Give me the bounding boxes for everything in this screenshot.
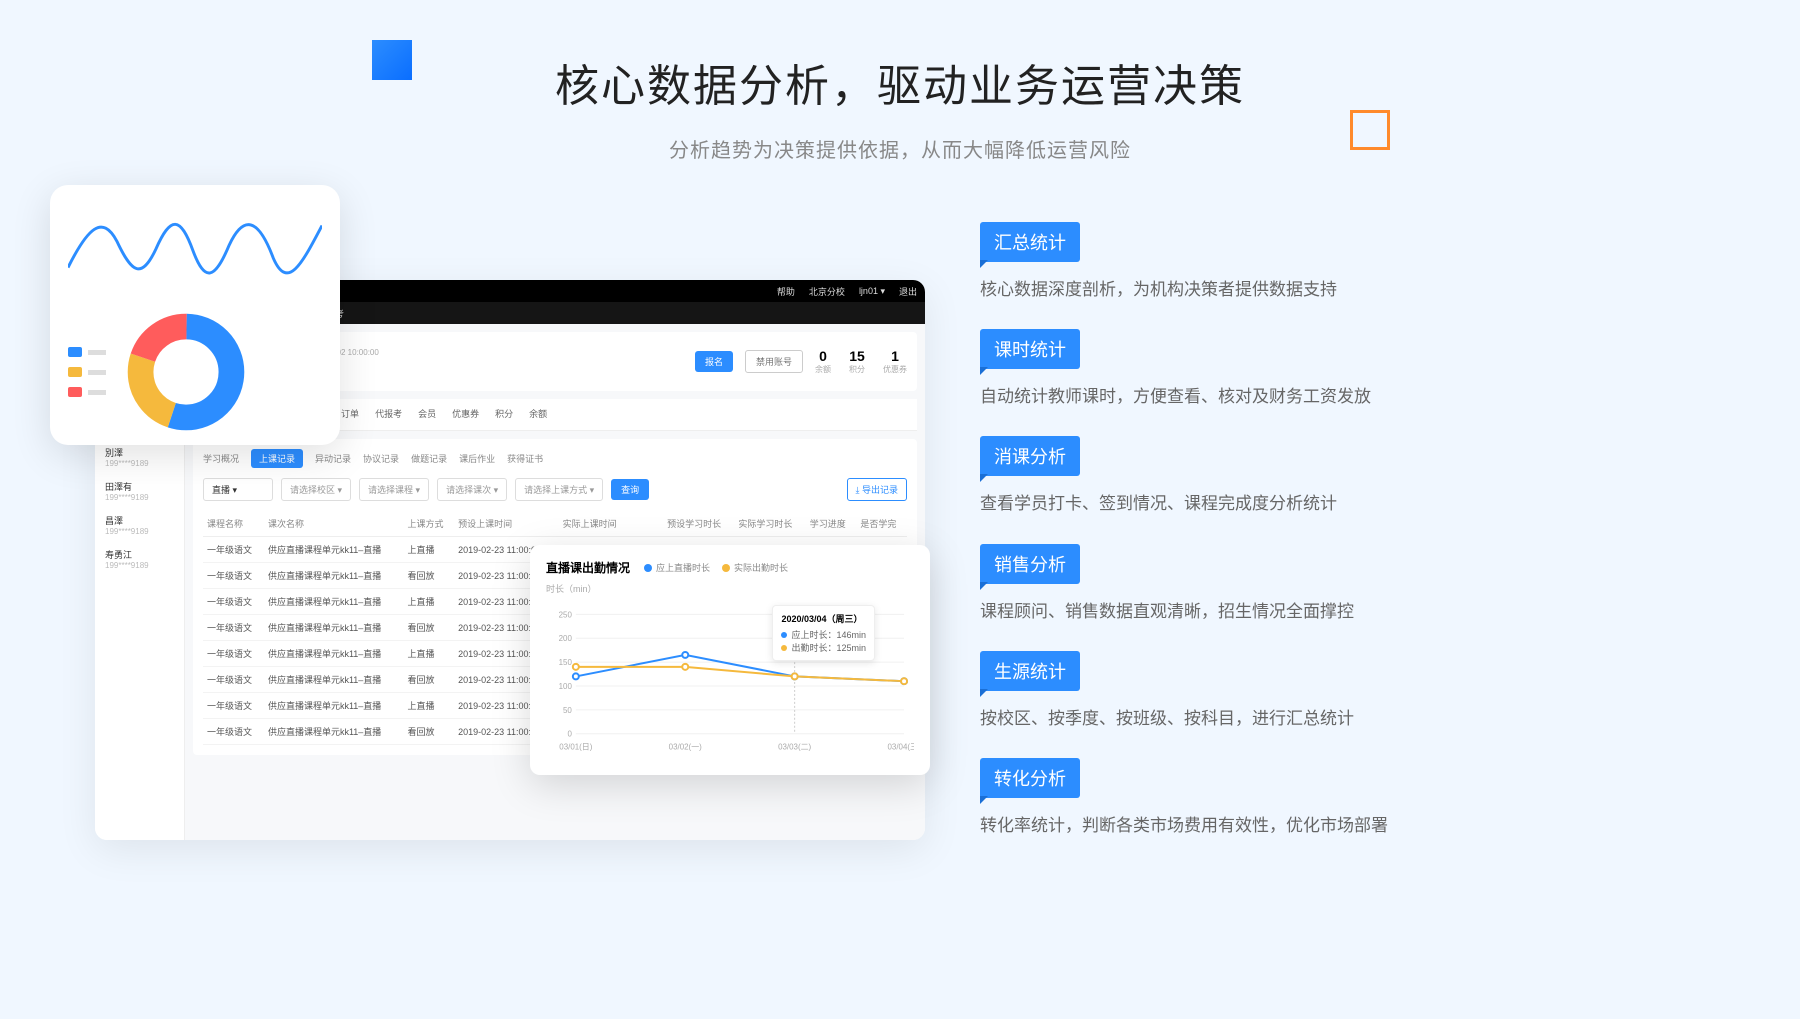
svg-text:250: 250 <box>559 610 573 619</box>
tab-item[interactable]: 代报考 <box>375 399 402 430</box>
signup-button[interactable]: 报名 <box>695 351 733 372</box>
sparkline-chart <box>68 203 322 293</box>
disable-account-button[interactable]: 禁用账号 <box>745 350 803 373</box>
legend-item: 应上直播时长 <box>644 561 710 574</box>
query-button[interactable]: 查询 <box>611 479 649 500</box>
feature-desc: 核心数据深度剖析，为机构决策者提供数据支持 <box>980 276 1620 303</box>
chart-tooltip: 2020/03/04（周三） 应上时长：146min出勤时长：125min <box>772 605 875 661</box>
tooltip-header: 2020/03/04（周三） <box>781 612 866 625</box>
feature-desc: 按校区、按季度、按班级、按科目，进行汇总统计 <box>980 705 1620 732</box>
export-button[interactable]: ⤓ 导出记录 <box>847 478 907 501</box>
tab-item[interactable]: 余额 <box>529 399 547 430</box>
table-header: 实际学习时长 <box>734 511 805 537</box>
student-list-item[interactable]: 別澤199****9189 <box>101 440 178 474</box>
feature-tag: 生源统计 <box>980 651 1080 691</box>
legend-swatch-blue <box>68 347 82 357</box>
topnav-right-item[interactable]: ljn01 ▾ <box>859 286 885 297</box>
table-header: 课次名称 <box>264 511 404 537</box>
table-header: 实际上课时间 <box>559 511 664 537</box>
student-list-item[interactable]: 寿勇江199****9189 <box>101 542 178 576</box>
subnav-chip[interactable]: 协议记录 <box>363 452 399 465</box>
table-header: 是否学完 <box>856 511 907 537</box>
subnav-chip[interactable]: 异动记录 <box>315 452 351 465</box>
feature-tag: 销售分析 <box>980 544 1080 584</box>
attendance-chart-card: 直播课出勤情况 应上直播时长实际出勤时长 时长（min） 0 50 100 150 20… <box>530 545 930 775</box>
feature-item: 课时统计自动统计教师课时，方便查看、核对及财务工资发放 <box>980 329 1620 410</box>
chart-title: 直播课出勤情况 <box>546 559 630 576</box>
tab-item[interactable]: 订单 <box>341 399 359 430</box>
insight-card <box>50 185 340 445</box>
tab-item[interactable]: 积分 <box>495 399 513 430</box>
feature-desc: 课程顾问、销售数据直观清晰，招生情况全面撑控 <box>980 598 1620 625</box>
svg-text:03/03(二): 03/03(二) <box>778 743 811 752</box>
subnav-chip[interactable]: 课后作业 <box>459 452 495 465</box>
feature-tag: 汇总统计 <box>980 222 1080 262</box>
legend-swatch-red <box>68 387 82 397</box>
feature-item: 消课分析查看学员打卡、签到情况、课程完成度分析统计 <box>980 436 1620 517</box>
svg-text:03/01(日): 03/01(日) <box>559 743 592 752</box>
stat-item: 1优惠券 <box>883 348 907 375</box>
student-list-item[interactable]: 昌澤199****9189 <box>101 508 178 542</box>
svg-text:100: 100 <box>559 682 573 691</box>
feature-desc: 查看学员打卡、签到情况、课程完成度分析统计 <box>980 490 1620 517</box>
stat-item: 15积分 <box>849 348 865 375</box>
svg-text:200: 200 <box>559 634 573 643</box>
svg-text:03/04(三): 03/04(三) <box>888 743 914 752</box>
topnav-right-item[interactable]: 帮助 <box>777 285 795 298</box>
subnav-chip[interactable]: 获得证书 <box>507 452 543 465</box>
hero: 核心数据分析，驱动业务运营决策 分析趋势为决策提供依据，从而大幅降低运营风险 <box>0 50 1800 163</box>
feature-list: 汇总统计核心数据深度剖析，为机构决策者提供数据支持课时统计自动统计教师课时，方便… <box>980 222 1620 865</box>
subnav-chip[interactable]: 做题记录 <box>411 452 447 465</box>
table-header: 学习进度 <box>806 511 857 537</box>
filter-select[interactable]: 直播 ▾ <box>203 478 273 501</box>
table-header: 预设上课时间 <box>454 511 559 537</box>
hero-subtitle: 分析趋势为决策提供依据，从而大幅降低运营风险 <box>0 134 1800 163</box>
feature-item: 销售分析课程顾问、销售数据直观清晰，招生情况全面撑控 <box>980 544 1620 625</box>
legend-swatch-yellow <box>68 367 82 377</box>
subnav-chip[interactable]: 学习概况 <box>203 452 239 465</box>
donut-legend <box>68 347 106 397</box>
feature-item: 转化分析转化率统计，判断各类市场费用有效性，优化市场部署 <box>980 758 1620 839</box>
table-header: 预设学习时长 <box>663 511 734 537</box>
svg-text:50: 50 <box>563 706 572 715</box>
hero-title: 核心数据分析，驱动业务运营决策 <box>0 50 1800 114</box>
decor-orange-square <box>1350 110 1390 150</box>
legend-item: 实际出勤时长 <box>722 561 788 574</box>
topnav-right-item[interactable]: 退出 <box>899 285 917 298</box>
svg-text:150: 150 <box>559 658 573 667</box>
filter-select[interactable]: 请选择上课方式 ▾ <box>515 478 603 501</box>
stat-item: 0余额 <box>815 348 831 375</box>
table-header: 上课方式 <box>403 511 454 537</box>
donut-chart <box>126 312 246 432</box>
svg-text:03/02(一): 03/02(一) <box>669 743 702 752</box>
svg-text:0: 0 <box>567 730 572 739</box>
yaxis-label: 时长（min） <box>546 582 914 595</box>
table-header: 课程名称 <box>203 511 264 537</box>
feature-desc: 自动统计教师课时，方便查看、核对及财务工资发放 <box>980 383 1620 410</box>
student-list-item[interactable]: 田澤有199****9189 <box>101 474 178 508</box>
feature-tag: 课时统计 <box>980 329 1080 369</box>
filter-select[interactable]: 请选择校区 ▾ <box>281 478 351 501</box>
feature-item: 生源统计按校区、按季度、按班级、按科目，进行汇总统计 <box>980 651 1620 732</box>
tab-item[interactable]: 会员 <box>418 399 436 430</box>
filter-select[interactable]: 请选择课次 ▾ <box>437 478 507 501</box>
subnav-chip[interactable]: 上课记录 <box>251 449 303 468</box>
topnav-right-item[interactable]: 北京分校 <box>809 285 845 298</box>
feature-tag: 消课分析 <box>980 436 1080 476</box>
tab-item[interactable]: 优惠券 <box>452 399 479 430</box>
feature-desc: 转化率统计，判断各类市场费用有效性，优化市场部署 <box>980 812 1620 839</box>
filter-select[interactable]: 请选择课程 ▾ <box>359 478 429 501</box>
feature-tag: 转化分析 <box>980 758 1080 798</box>
feature-item: 汇总统计核心数据深度剖析，为机构决策者提供数据支持 <box>980 222 1620 303</box>
